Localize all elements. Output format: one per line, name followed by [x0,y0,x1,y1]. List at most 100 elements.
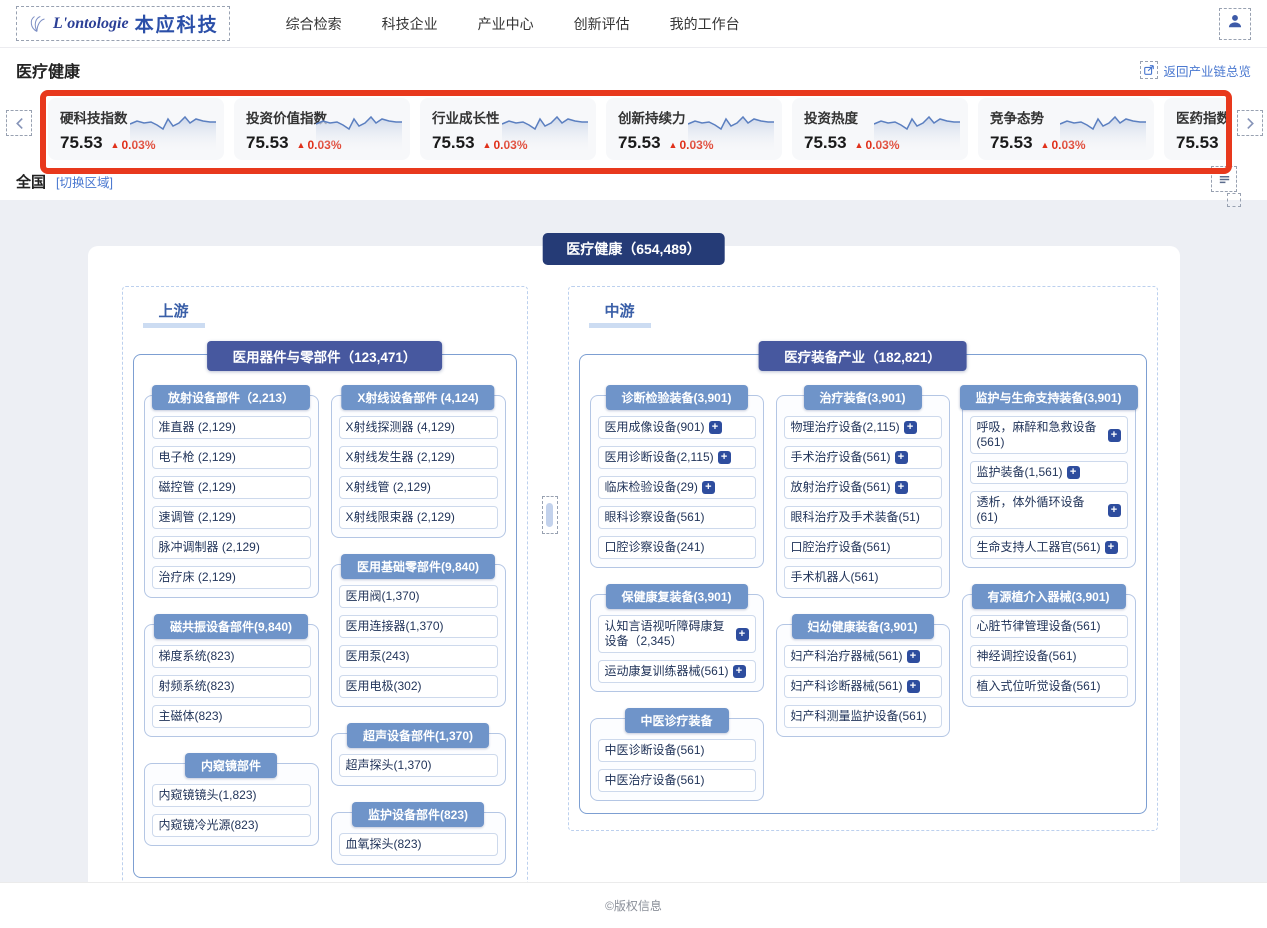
category-badge[interactable]: 治疗装备(3,901) [803,385,921,410]
expand-icon[interactable]: + [1067,466,1080,479]
chain-item[interactable]: 电子枪 (2,129) [152,446,311,469]
chain-item[interactable]: 心脏节律管理设备(561) [970,615,1128,638]
metric-card[interactable]: 竞争态势75.53▲0.03% [978,98,1154,160]
chain-item[interactable]: 监护装备(1,561)+ [970,461,1128,484]
chain-item[interactable]: X射线发生器 (2,129) [339,446,498,469]
chain-item[interactable]: 眼科治疗及手术装备(51) [784,506,942,529]
chain-item[interactable]: 运动康复训练器械(561)+ [598,660,756,683]
nav-menu-item[interactable]: 综合检索 [286,14,342,34]
nav-menu-item[interactable]: 我的工作台 [670,14,740,34]
chain-item[interactable]: 神经调控设备(561) [970,645,1128,668]
metric-card[interactable]: 投资热度75.53▲0.03% [792,98,968,160]
category-badge[interactable]: 放射设备部件（2,213） [152,385,310,410]
chain-item[interactable]: 物理治疗设备(2,115)+ [784,416,942,439]
user-avatar-button[interactable] [1219,8,1251,40]
chain-item[interactable]: 手术治疗设备(561)+ [784,446,942,469]
metric-card[interactable]: 投资价值指数75.53▲0.03% [234,98,410,160]
chain-item[interactable]: 超声探头(1,370) [339,754,498,777]
chain-item[interactable]: 中医诊断设备(561) [598,739,756,762]
category-badge[interactable]: 医用基础零部件(9,840) [341,554,495,579]
chain-item[interactable]: 准直器 (2,129) [152,416,311,439]
chain-item[interactable]: 放射治疗设备(561)+ [784,476,942,499]
group-badge[interactable]: 医疗装备产业（182,821） [758,341,967,371]
expand-icon[interactable]: + [718,451,731,464]
metric-card[interactable]: 硬科技指数75.53▲0.03% [48,98,224,160]
expand-icon[interactable]: + [709,421,722,434]
chain-item[interactable]: 认知言语视听障碍康复设备（2,345）+ [598,615,756,653]
expand-icon[interactable]: + [907,680,920,693]
category-badge[interactable]: X射线设备部件 (4,124) [341,385,494,410]
chain-item[interactable]: 妇产科测量监护设备(561) [784,705,942,728]
category-box: 监护设备部件(823)血氧探头(823) [331,812,506,865]
chain-item[interactable]: 内窥镜镜头(1,823) [152,784,311,807]
chain-item[interactable]: 主磁体(823) [152,705,311,728]
chain-item[interactable]: 呼吸，麻醉和急救设备(561)+ [970,416,1128,454]
nav-menu-item[interactable]: 创新评估 [574,14,630,34]
chain-item[interactable]: 生命支持人工器官(561)+ [970,536,1128,559]
chain-item[interactable]: 医用成像设备(901)+ [598,416,756,439]
group-badge[interactable]: 医用器件与零部件（123,471） [207,341,443,371]
chain-item[interactable]: 口腔治疗设备(561) [784,536,942,559]
chain-item[interactable]: 射频系统(823) [152,675,311,698]
chain-item[interactable]: 医用阀(1,370) [339,585,498,608]
switch-region-link[interactable]: [切换区域] [56,172,113,191]
chain-item[interactable]: 临床检验设备(29)+ [598,476,756,499]
category-badge[interactable]: 妇幼健康装备(3,901) [791,614,933,639]
expand-icon[interactable]: + [895,481,908,494]
metric-card[interactable]: 医药指数75.53▲0.03% [1164,98,1232,160]
metrics-scroll-left-button[interactable] [6,110,32,136]
nav-menu-item[interactable]: 科技企业 [382,14,438,34]
legend-sub-handle[interactable] [1227,193,1241,207]
chain-item[interactable]: 中医治疗设备(561) [598,769,756,792]
metric-card[interactable]: 行业成长性75.53▲0.03% [420,98,596,160]
chain-item[interactable]: 手术机器人(561) [784,566,942,589]
legend-toggle-button[interactable] [1211,166,1237,192]
chain-item[interactable]: 速调管 (2,129) [152,506,311,529]
back-to-overview-link[interactable]: 返回产业链总览 [1140,61,1251,80]
category-badge[interactable]: 中医诊疗装备 [624,708,728,733]
expand-icon[interactable]: + [1108,429,1121,442]
chain-root-badge[interactable]: 医疗健康（654,489） [542,233,725,265]
category-badge[interactable]: 磁共振设备部件(9,840) [154,614,308,639]
chain-item[interactable]: 透析，体外循环设备(61)+ [970,491,1128,529]
expand-icon[interactable]: + [907,650,920,663]
category-badge[interactable]: 有源植介入器械(3,901) [971,584,1125,609]
expand-icon[interactable]: + [733,665,746,678]
chain-item[interactable]: X射线探测器 (4,129) [339,416,498,439]
chain-item[interactable]: 血氧探头(823) [339,833,498,856]
category-badge[interactable]: 监护设备部件(823) [352,802,484,827]
chain-item[interactable]: 内窥镜冷光源(823) [152,814,311,837]
chain-item[interactable]: X射线限束器 (2,129) [339,506,498,529]
expand-icon[interactable]: + [702,481,715,494]
metric-card[interactable]: 创新持续力75.53▲0.03% [606,98,782,160]
category-badge[interactable]: 保健康复装备(3,901) [605,584,747,609]
chain-item[interactable]: 医用连接器(1,370) [339,615,498,638]
app-logo[interactable]: L'ontologie 本应科技 [16,6,230,41]
category-badge[interactable]: 诊断检验装备(3,901) [605,385,747,410]
chain-item[interactable]: 医用电极(302) [339,675,498,698]
expand-icon[interactable]: + [1108,504,1121,517]
chain-item[interactable]: 眼科诊察设备(561) [598,506,756,529]
chain-item[interactable]: 治疗床 (2,129) [152,566,311,589]
expand-icon[interactable]: + [904,421,917,434]
panel-collapse-handle[interactable] [542,496,558,534]
expand-icon[interactable]: + [1105,541,1118,554]
metric-label: 医药指数 [1176,107,1232,127]
chain-item[interactable]: 妇产科治疗器械(561)+ [784,645,942,668]
nav-menu-item[interactable]: 产业中心 [478,14,534,34]
category-badge[interactable]: 内窥镜部件 [185,753,277,778]
expand-icon[interactable]: + [895,451,908,464]
chain-item[interactable]: 磁控管 (2,129) [152,476,311,499]
chain-item[interactable]: 医用诊断设备(2,115)+ [598,446,756,469]
expand-icon[interactable]: + [736,628,749,641]
category-badge[interactable]: 监护与生命支持装备(3,901) [959,385,1137,410]
chain-item[interactable]: 医用泵(243) [339,645,498,668]
chain-item[interactable]: 梯度系统(823) [152,645,311,668]
metrics-scroll-right-button[interactable] [1237,110,1263,136]
chain-item[interactable]: 脉冲调制器 (2,129) [152,536,311,559]
category-badge[interactable]: 超声设备部件(1,370) [347,723,489,748]
chain-item[interactable]: X射线管 (2,129) [339,476,498,499]
chain-item[interactable]: 妇产科诊断器械(561)+ [784,675,942,698]
chain-item[interactable]: 植入式位听觉设备(561) [970,675,1128,698]
chain-item[interactable]: 口腔诊察设备(241) [598,536,756,559]
